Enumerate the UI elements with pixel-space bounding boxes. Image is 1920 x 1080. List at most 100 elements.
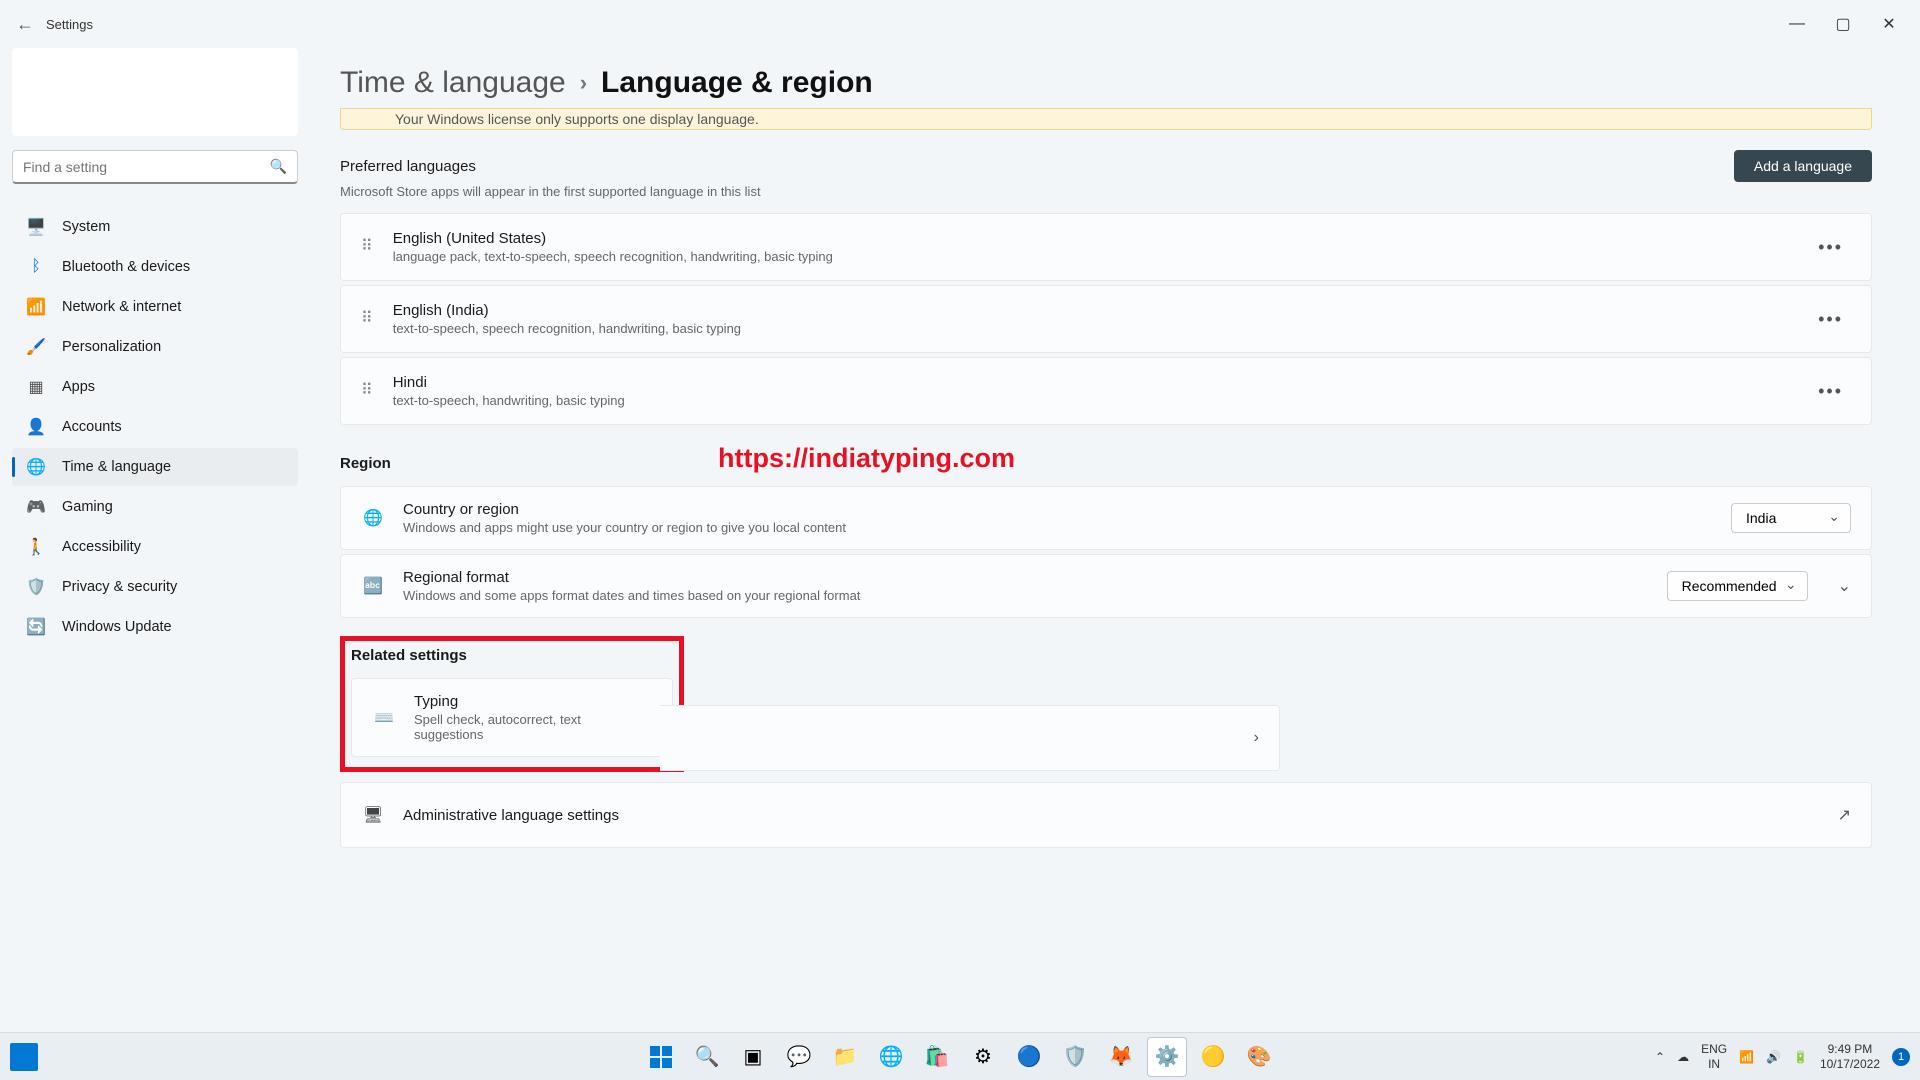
- sidebar-item-personalization[interactable]: 🖌️Personalization: [12, 328, 298, 366]
- country-dropdown[interactable]: India: [1731, 503, 1851, 533]
- drag-handle-icon[interactable]: ⠿: [361, 241, 375, 252]
- settings-taskbar-button[interactable]: ⚙️: [1147, 1037, 1187, 1077]
- language-features: language pack, text-to-speech, speech re…: [393, 249, 1810, 264]
- store-button[interactable]: 🛍️: [917, 1037, 957, 1077]
- tray-chevron-icon[interactable]: ⌃: [1655, 1050, 1665, 1064]
- personalization-icon: 🖌️: [26, 337, 46, 357]
- country-region-row[interactable]: 🌐 Country or region Windows and apps mig…: [340, 486, 1872, 550]
- admin-title: Administrative language settings: [403, 807, 1838, 824]
- time-language-icon: 🌐: [26, 457, 46, 477]
- warning-icon: [361, 109, 381, 129]
- language-name: Hindi: [393, 374, 1810, 391]
- sidebar-item-gaming[interactable]: 🎮Gaming: [12, 488, 298, 526]
- format-dropdown[interactable]: Recommended: [1667, 571, 1808, 601]
- app-button-2[interactable]: 🔵: [1009, 1037, 1049, 1077]
- warning-text: Your Windows license only supports one d…: [395, 111, 759, 127]
- chrome-button[interactable]: 🟡: [1193, 1037, 1233, 1077]
- admin-language-row[interactable]: 🖥 Administrative language settings ↗: [340, 782, 1872, 848]
- more-options-button[interactable]: •••: [1810, 233, 1851, 262]
- widgets-button[interactable]: [10, 1043, 38, 1071]
- windows-update-icon: 🔄: [26, 617, 46, 637]
- wifi-icon[interactable]: 📶: [1739, 1050, 1754, 1064]
- drag-handle-icon[interactable]: ⠿: [361, 385, 375, 396]
- region-section-label: Region: [340, 455, 1872, 472]
- user-account-block[interactable]: [12, 48, 298, 136]
- paint-button[interactable]: 🎨: [1239, 1037, 1279, 1077]
- edge-button[interactable]: 🌐: [871, 1037, 911, 1077]
- taskbar-search-button[interactable]: 🔍: [687, 1037, 727, 1077]
- expand-chevron-icon[interactable]: ⌄: [1838, 576, 1851, 596]
- watermark-text: https://indiatyping.com: [718, 443, 1015, 474]
- country-title: Country or region: [403, 501, 1731, 518]
- sidebar-item-label: Apps: [62, 379, 95, 395]
- search-icon: 🔍: [270, 158, 287, 175]
- language-indicator[interactable]: ENGIN: [1701, 1042, 1727, 1071]
- network-internet-icon: 📶: [26, 297, 46, 317]
- sidebar-item-accessibility[interactable]: 🚶 Accessibility: [12, 528, 298, 566]
- typing-settings-row[interactable]: ⌨️ Typing Spell check, autocorrect, text…: [351, 678, 673, 757]
- sidebar-item-windows-update[interactable]: 🔄 Windows Update: [12, 608, 298, 646]
- sidebar-item-apps[interactable]: ▦ Apps: [12, 368, 298, 406]
- onedrive-icon[interactable]: ☁: [1677, 1050, 1689, 1064]
- chevron-right-icon: ›: [1254, 729, 1259, 747]
- chat-button[interactable]: 💬: [779, 1037, 819, 1077]
- app-title: Settings: [46, 17, 93, 32]
- accounts-icon: 👤: [26, 417, 46, 437]
- sidebar-item-label: System: [62, 219, 110, 235]
- drag-handle-icon[interactable]: ⠿: [361, 313, 375, 324]
- language-row[interactable]: ⠿ Hindi text-to-speech, handwriting, bas…: [340, 357, 1872, 425]
- add-language-button[interactable]: Add a language: [1734, 150, 1872, 182]
- preferred-languages-title: Preferred languages: [340, 158, 476, 175]
- apps-icon: ▦: [26, 377, 46, 397]
- maximize-button[interactable]: ▢: [1820, 8, 1866, 40]
- language-row[interactable]: ⠿ English (India) text-to-speech, speech…: [340, 285, 1872, 353]
- external-link-icon: ↗: [1838, 805, 1851, 825]
- breadcrumb: Time & language › Language & region: [340, 66, 1872, 100]
- search-input[interactable]: [23, 159, 270, 175]
- sidebar-item-privacy-security[interactable]: 🛡️ Privacy & security: [12, 568, 298, 606]
- format-sub: Windows and some apps format dates and t…: [403, 588, 1667, 603]
- clock-date[interactable]: 9:49 PM10/17/2022: [1820, 1042, 1880, 1071]
- gaming-icon: 🎮: [26, 497, 46, 517]
- volume-icon[interactable]: 🔊: [1766, 1050, 1781, 1064]
- privacy-security-icon: 🛡️: [26, 577, 46, 597]
- sidebar-item-label: Privacy & security: [62, 579, 177, 595]
- explorer-button[interactable]: 📁: [825, 1037, 865, 1077]
- more-options-button[interactable]: •••: [1810, 377, 1851, 406]
- related-settings-label: Related settings: [351, 647, 673, 664]
- language-features: text-to-speech, handwriting, basic typin…: [393, 393, 1810, 408]
- typing-row-extension[interactable]: ›: [660, 705, 1280, 771]
- breadcrumb-parent[interactable]: Time & language: [340, 66, 566, 100]
- sidebar-item-label: Network & internet: [62, 299, 181, 315]
- sidebar-item-label: Bluetooth & devices: [62, 259, 190, 275]
- back-button[interactable]: ←: [16, 14, 34, 35]
- accessibility-icon: 🚶: [26, 537, 46, 557]
- sidebar-item-label: Windows Update: [62, 619, 172, 635]
- minimize-button[interactable]: —: [1774, 8, 1820, 40]
- close-button[interactable]: ✕: [1866, 8, 1912, 40]
- sidebar-item-network-internet[interactable]: 📶 Network & internet: [12, 288, 298, 326]
- battery-icon[interactable]: 🔋: [1793, 1050, 1808, 1064]
- license-warning-banner: Your Windows license only supports one d…: [340, 108, 1872, 130]
- task-view-button[interactable]: ▣: [733, 1037, 773, 1077]
- sidebar-item-bluetooth-devices[interactable]: ᛒBluetooth & devices: [12, 248, 298, 286]
- sidebar-item-time-language[interactable]: 🌐 Time & language: [12, 448, 298, 486]
- search-box[interactable]: 🔍: [12, 150, 298, 184]
- start-button[interactable]: [641, 1037, 681, 1077]
- more-options-button[interactable]: •••: [1810, 305, 1851, 334]
- sidebar-item-label: Time & language: [62, 459, 171, 475]
- sidebar-item-label: Accessibility: [62, 539, 141, 555]
- admin-icon: 🖥: [361, 803, 385, 827]
- app-button-1[interactable]: ⚙: [963, 1037, 1003, 1077]
- sidebar-item-accounts[interactable]: 👤 Accounts: [12, 408, 298, 446]
- language-features: text-to-speech, speech recognition, hand…: [393, 321, 1810, 336]
- sidebar-item-system[interactable]: 🖥️ System: [12, 208, 298, 246]
- sidebar-item-label: Accounts: [62, 419, 122, 435]
- system-icon: 🖥️: [26, 217, 46, 237]
- language-row[interactable]: ⠿ English (United States) language pack,…: [340, 213, 1872, 281]
- format-icon: 🔤: [361, 574, 385, 598]
- notification-badge[interactable]: 1: [1892, 1048, 1910, 1066]
- firefox-button[interactable]: 🦊: [1101, 1037, 1141, 1077]
- regional-format-row[interactable]: 🔤 Regional format Windows and some apps …: [340, 554, 1872, 618]
- mcafee-button[interactable]: 🛡️: [1055, 1037, 1095, 1077]
